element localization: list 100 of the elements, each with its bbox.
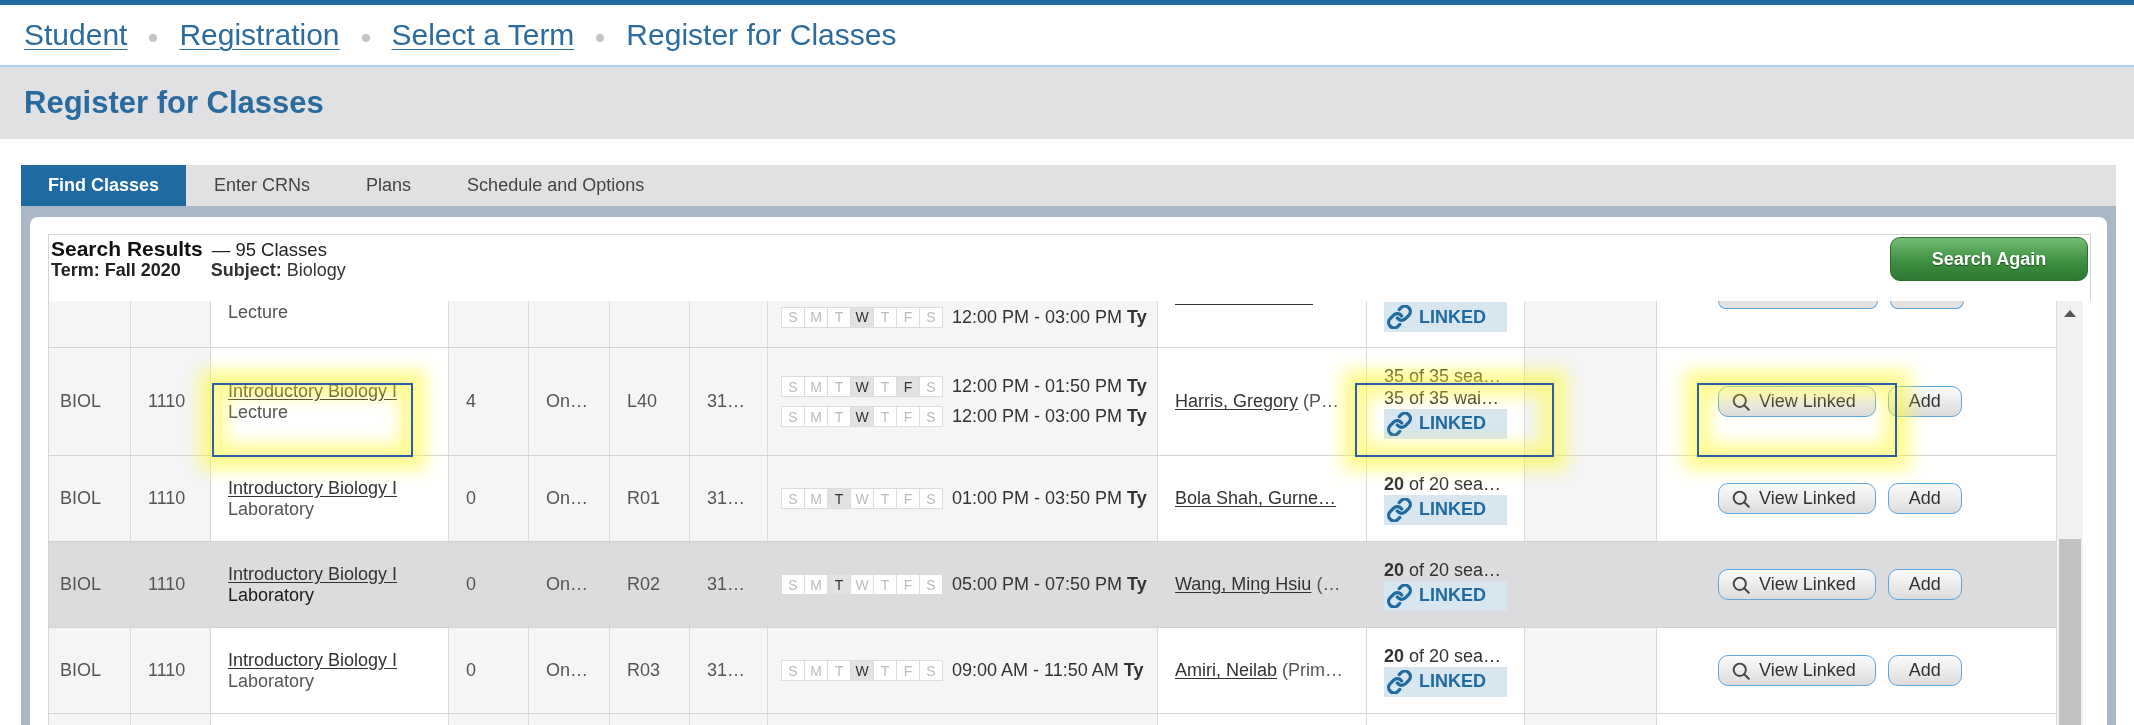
link-icon bbox=[1386, 305, 1413, 329]
link-icon bbox=[1386, 497, 1413, 522]
tab[interactable]: Find Classes bbox=[21, 165, 187, 206]
day-indicator: S bbox=[781, 306, 805, 328]
day-indicator: T bbox=[873, 306, 897, 328]
subject-text: Subject: Biology bbox=[210, 260, 346, 281]
breadcrumb-link[interactable]: Registration bbox=[179, 18, 340, 52]
view-linked-button[interactable]: View Linked bbox=[1718, 569, 1876, 600]
day-indicator: S bbox=[919, 306, 943, 328]
schedule-type-text: Laboratory bbox=[228, 584, 316, 606]
instructor-role-text: (P… bbox=[1303, 391, 1340, 412]
day-indicator: T bbox=[827, 488, 851, 509]
view-linked-button[interactable]: View Linked bbox=[1718, 386, 1876, 417]
breadcrumb-link[interactable]: Select a Term bbox=[391, 18, 575, 52]
scroll-up-icon[interactable] bbox=[2064, 310, 2076, 317]
day-indicator: W bbox=[850, 376, 874, 397]
day-indicator: M bbox=[804, 488, 828, 509]
table-cell: R02 bbox=[610, 542, 690, 627]
view-linked-button[interactable] bbox=[1718, 301, 1878, 309]
view-linked-button[interactable]: View Linked bbox=[1718, 483, 1876, 514]
seat-status-text: 35 of 35 wai… bbox=[1384, 386, 1501, 409]
day-indicator: F bbox=[896, 306, 920, 328]
day-indicator: F bbox=[896, 488, 920, 509]
day-indicator: T bbox=[873, 660, 897, 681]
day-indicator: T bbox=[827, 574, 851, 595]
table-cell: BIOL bbox=[49, 542, 131, 627]
day-indicator: S bbox=[781, 406, 805, 427]
day-indicator: M bbox=[804, 660, 828, 681]
breadcrumb-current: Register for Classes bbox=[626, 18, 897, 52]
search-again-button[interactable]: Search Again bbox=[1890, 237, 2088, 281]
day-indicator: T bbox=[873, 488, 897, 509]
day-indicator: S bbox=[919, 488, 943, 509]
day-indicator: T bbox=[827, 306, 851, 328]
add-button[interactable]: Add bbox=[1887, 386, 1962, 417]
day-indicator: T bbox=[827, 660, 851, 681]
day-indicator: T bbox=[827, 376, 851, 397]
view-linked-button[interactable]: View Linked bbox=[1718, 655, 1876, 686]
meeting-time: 12:00 PM - 01:50 PM Ty bbox=[952, 376, 1147, 397]
search-icon bbox=[1732, 575, 1750, 594]
table-cell: 0 bbox=[449, 542, 529, 627]
day-indicator: F bbox=[896, 376, 920, 397]
instructor-link[interactable]: Bola Shah, Gurne… bbox=[1175, 488, 1337, 509]
day-indicator: W bbox=[850, 574, 874, 595]
add-button[interactable]: Add bbox=[1887, 655, 1962, 686]
add-button[interactable]: Add bbox=[1887, 569, 1962, 600]
day-indicator: S bbox=[919, 660, 943, 681]
seat-status-text: 35 of 35 sea… bbox=[1384, 364, 1503, 387]
search-icon bbox=[1732, 489, 1750, 508]
seat-status-text: 20 of 20 sea… bbox=[1384, 644, 1503, 667]
add-button[interactable]: Add bbox=[1887, 483, 1962, 514]
instructor-link[interactable]: Wang, Ming Hsiu bbox=[1175, 574, 1312, 595]
instructor-link[interactable] bbox=[1175, 302, 1313, 305]
page-title: Register for Classes bbox=[24, 85, 324, 121]
day-indicator: S bbox=[919, 376, 943, 397]
instructor-link[interactable]: Amiri, Neilab bbox=[1175, 660, 1278, 681]
schedule-type-text: Lecture bbox=[228, 302, 290, 323]
day-indicator: M bbox=[804, 406, 828, 427]
seat-status-text: 20 of 20 sea… bbox=[1384, 472, 1503, 495]
day-indicator: F bbox=[896, 406, 920, 427]
course-title-link[interactable]: Introductory Biology I bbox=[228, 649, 448, 671]
tab[interactable]: Schedule and Options bbox=[439, 165, 673, 206]
day-indicator: T bbox=[873, 406, 897, 427]
day-indicator: M bbox=[804, 376, 828, 397]
day-indicator: S bbox=[919, 574, 943, 595]
day-indicator: M bbox=[804, 306, 828, 328]
link-icon bbox=[1386, 583, 1413, 608]
bullet-icon bbox=[596, 34, 605, 42]
bullet-icon bbox=[149, 34, 158, 42]
table-cell: 31… bbox=[690, 542, 768, 627]
course-title-link[interactable]: Introductory Biology I bbox=[228, 477, 448, 499]
search-icon bbox=[1732, 392, 1750, 411]
scrollbar[interactable] bbox=[2057, 301, 2083, 725]
seat-status-text: 20 of 20 sea… bbox=[1384, 558, 1503, 581]
instructor-link[interactable]: Harris, Gregory bbox=[1175, 391, 1299, 412]
day-indicator: F bbox=[896, 660, 920, 681]
day-indicator: S bbox=[781, 574, 805, 595]
scroll-thumb[interactable] bbox=[2059, 539, 2081, 725]
meeting-time: 09:00 AM - 11:50 AM Ty bbox=[952, 660, 1144, 681]
schedule-type-text: Laboratory bbox=[228, 498, 316, 520]
course-title-link[interactable]: Introductory Biology I bbox=[228, 563, 448, 585]
table-cell: 1110 bbox=[131, 542, 211, 627]
breadcrumb-link[interactable]: Student bbox=[24, 18, 128, 52]
schedule-type-text: Lecture bbox=[228, 401, 290, 423]
tab[interactable]: Enter CRNs bbox=[186, 165, 339, 206]
instructor-role-text: (… bbox=[1316, 574, 1341, 595]
day-indicator: S bbox=[781, 488, 805, 509]
tab[interactable]: Plans bbox=[338, 165, 440, 206]
day-indicator: T bbox=[873, 574, 897, 595]
meeting-time: 01:00 PM - 03:50 PM Ty bbox=[952, 488, 1147, 509]
linked-label: LINKED bbox=[1419, 413, 1486, 434]
day-indicator: W bbox=[850, 488, 874, 509]
day-indicator: S bbox=[919, 406, 943, 427]
results-count: — 95 Classes bbox=[211, 239, 327, 261]
meeting-time: 12:00 PM - 03:00 PM Ty bbox=[952, 306, 1147, 328]
linked-label: LINKED bbox=[1419, 585, 1486, 606]
linked-label: LINKED bbox=[1419, 671, 1486, 692]
table-cell: On… bbox=[529, 542, 610, 627]
meeting-time: 05:00 PM - 07:50 PM Ty bbox=[952, 574, 1147, 595]
add-button[interactable] bbox=[1890, 301, 1964, 309]
day-indicator: W bbox=[850, 660, 874, 681]
